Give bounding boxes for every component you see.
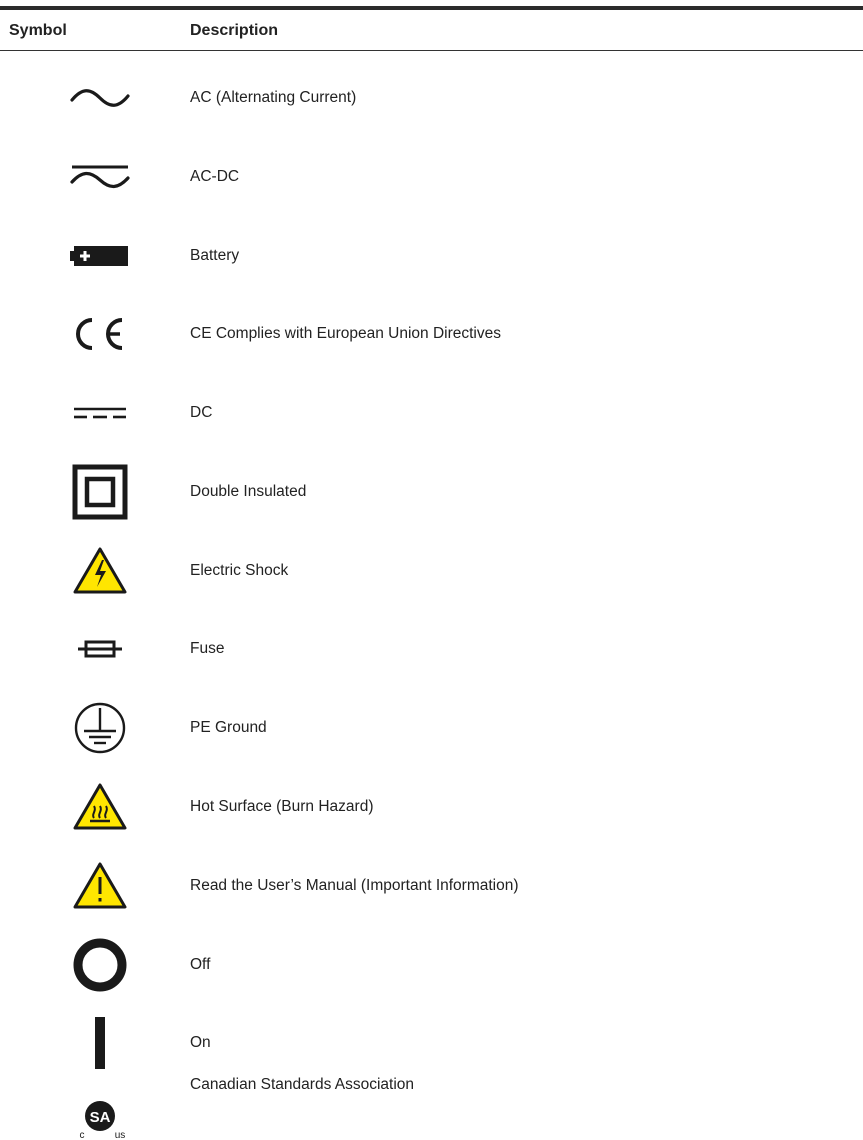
table-row: DC — [0, 383, 863, 443]
row-description: DC — [190, 404, 213, 421]
dc-icon — [60, 383, 140, 443]
table-row: AC-DC — [0, 147, 863, 207]
table-row: Fuse — [0, 619, 863, 679]
table-row: AC (Alternating Current) — [0, 68, 863, 128]
pe-ground-icon — [60, 698, 140, 758]
ce-mark-icon — [60, 304, 140, 364]
table-row: Electric Shock — [0, 541, 863, 601]
row-description: Read the User’s Manual (Important Inform… — [190, 877, 519, 894]
header-rule — [0, 50, 863, 51]
row-description: Electric Shock — [190, 562, 289, 579]
symbol-column-header: Symbol — [9, 22, 67, 39]
row-description: CE Complies with European Union Directiv… — [190, 325, 501, 342]
power-on-icon — [60, 1013, 140, 1073]
fuse-icon — [60, 619, 140, 679]
table-row: Off — [0, 935, 863, 995]
row-description: Off — [190, 956, 211, 973]
table-row: Double Insulated — [0, 462, 863, 522]
csa-mark-icon: SA c us — [60, 1092, 140, 1140]
hot-surface-warning-icon — [60, 777, 140, 837]
row-description: Battery — [190, 247, 240, 264]
row-description: PE Ground — [190, 719, 267, 736]
electric-shock-warning-icon — [60, 541, 140, 601]
battery-icon — [60, 226, 140, 286]
svg-text:c: c — [80, 1130, 85, 1140]
row-description: Hot Surface (Burn Hazard) — [190, 798, 374, 815]
row-description: On — [190, 1034, 211, 1051]
double-insulated-icon — [60, 462, 140, 522]
table-row: Read the User’s Manual (Important Inform… — [0, 856, 863, 916]
ac-dc-icon — [60, 147, 140, 207]
description-column-header: Description — [190, 22, 279, 39]
row-description: Double Insulated — [190, 483, 307, 500]
ac-sine-icon — [60, 68, 140, 128]
table-header: Symbol Description — [0, 10, 863, 50]
table-row: SA c us Canadian Standards Association — [0, 1070, 863, 1140]
row-description: AC (Alternating Current) — [190, 89, 357, 106]
table-row: Battery — [0, 226, 863, 286]
table-row: Hot Surface (Burn Hazard) — [0, 777, 863, 837]
table-row: On — [0, 1013, 863, 1073]
power-off-icon — [60, 935, 140, 995]
row-description: Canadian Standards Association — [190, 1076, 415, 1093]
row-description: Fuse — [190, 640, 225, 657]
svg-text:SA: SA — [90, 1109, 111, 1126]
table-row: PE Ground — [0, 698, 863, 758]
table-row: CE Complies with European Union Directiv… — [0, 304, 863, 364]
row-description: AC-DC — [190, 168, 240, 185]
svg-text:us: us — [115, 1130, 126, 1140]
caution-warning-icon — [60, 856, 140, 916]
